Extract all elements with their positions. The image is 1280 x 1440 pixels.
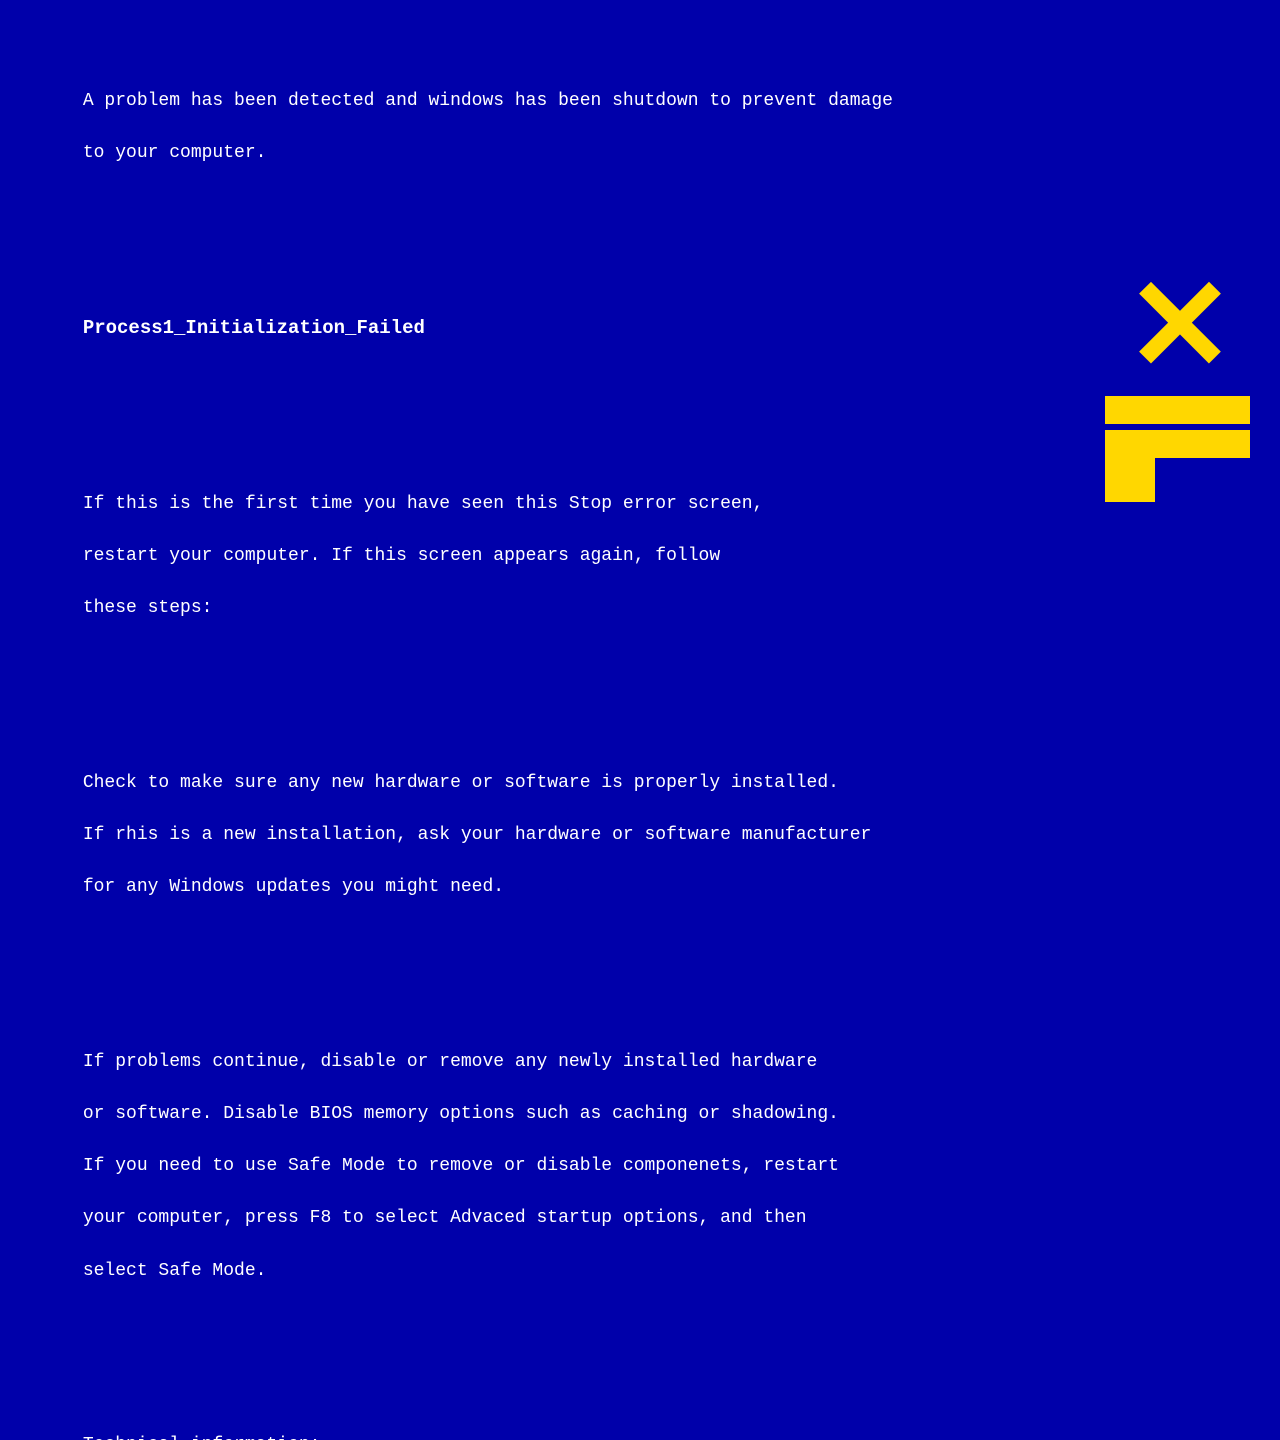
intro-block: A problem has been detected and windows … — [18, 62, 1262, 192]
logo-bottom-shape — [1105, 430, 1250, 502]
para3-line5: select Safe Mode. — [83, 1261, 267, 1281]
hardware-check-block: Check to make sure any new hardware or s… — [18, 744, 1262, 927]
logo-container: ✕ — [1105, 260, 1250, 502]
bsod-content: A problem has been detected and windows … — [18, 10, 1262, 1440]
para1-line1: If this is the first time you have seen … — [83, 494, 764, 514]
intro-line2: to your computer. — [83, 143, 267, 163]
para3-line3: If you need to use Safe Mode to remove o… — [83, 1156, 839, 1176]
bsod-screen: A problem has been detected and windows … — [0, 0, 1280, 720]
logo-middle-bar — [1105, 396, 1250, 424]
para2-line1: Check to make sure any new hardware or s… — [83, 773, 839, 793]
logo-x-symbol: ✕ — [1126, 260, 1230, 390]
para1-line3: these steps: — [83, 598, 213, 618]
para3-line4: your computer, press F8 to select Advace… — [83, 1208, 807, 1228]
intro-line1: A problem has been detected and windows … — [83, 91, 893, 111]
error-name: Process1_Initialization_Failed — [83, 317, 425, 339]
para2-line2: If rhis is a new installation, ask your … — [83, 825, 872, 845]
para3-line2: or software. Disable BIOS memory options… — [83, 1104, 839, 1124]
para3-line1: If problems continue, disable or remove … — [83, 1052, 818, 1072]
tech-header: Technical information: — [83, 1435, 321, 1440]
logo-bottom-left — [1105, 430, 1155, 502]
para1-line2: restart your computer. If this screen ap… — [83, 546, 720, 566]
logo-bottom-top — [1155, 430, 1250, 458]
error-name-block: Process1_Initialization_Failed — [18, 289, 1262, 369]
safe-mode-block: If problems continue, disable or remove … — [18, 1023, 1262, 1310]
para2-line3: for any Windows updates you might need. — [83, 877, 504, 897]
logo-bottom-inner — [1155, 430, 1250, 502]
first-time-block: If this is the first time you have seen … — [18, 465, 1262, 648]
technical-block: Technical information: *** STOP: 0x00000… — [18, 1406, 1262, 1440]
